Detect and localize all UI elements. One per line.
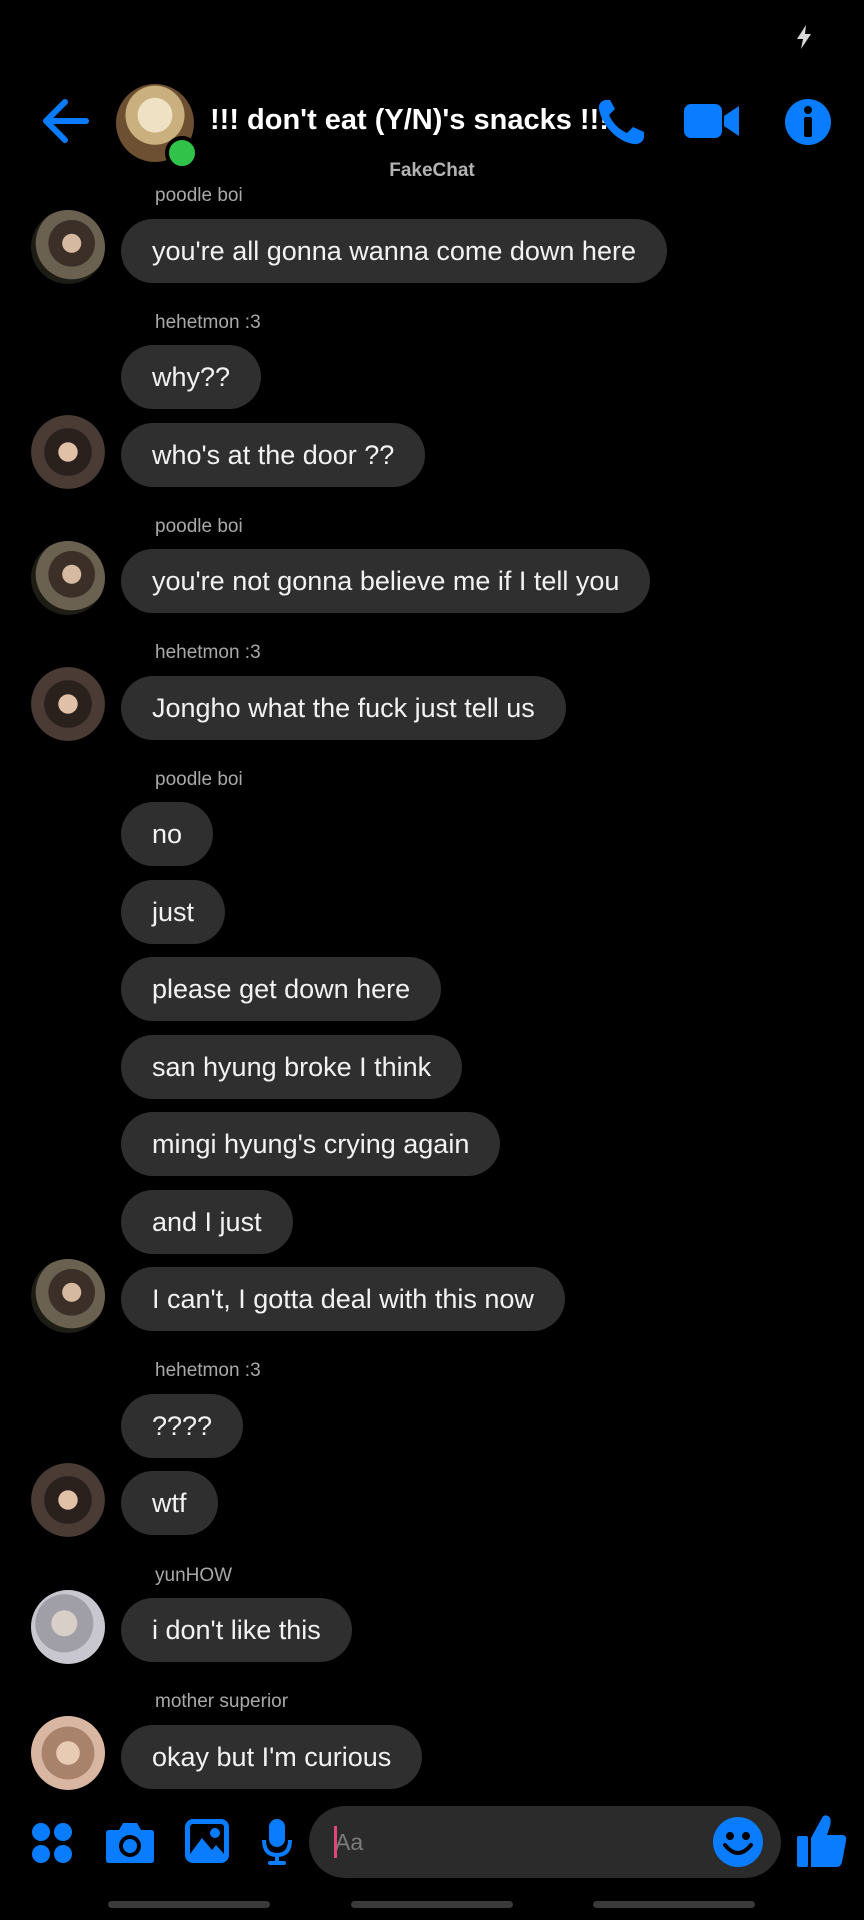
message-bubble[interactable]: you're all gonna wanna come down here [121,219,667,283]
microphone-icon[interactable] [262,1818,292,1866]
message-bubble[interactable]: okay but I'm curious [121,1725,423,1789]
message-bubble[interactable]: please get down here [121,957,442,1021]
avatar[interactable] [31,667,105,741]
message-bubble[interactable]: you're not gonna believe me if I tell yo… [121,549,651,613]
message-bubble[interactable]: ???? [121,1394,244,1458]
message-bubble[interactable]: mingi hyung's crying again [121,1112,501,1176]
chat-title[interactable]: !!! don't eat (Y/N)'s snacks !!! [210,104,609,137]
nav-pill [108,1901,270,1908]
message-bubble[interactable]: I can't, I gotta deal with this now [121,1267,565,1331]
sender-name: poodle boi [155,185,243,206]
message-bubble[interactable]: who's at the door ?? [121,423,426,487]
message-bubble[interactable]: san hyung broke I think [121,1035,463,1099]
info-icon[interactable] [784,98,832,146]
message-bubble[interactable]: no [121,802,214,866]
thumbs-up-icon[interactable] [796,1814,848,1868]
message-bubble[interactable]: i don't like this [121,1598,352,1662]
sender-name: hehetmon :3 [155,642,261,663]
sender-name: poodle boi [155,769,243,790]
sender-name: hehetmon :3 [155,1360,261,1381]
bolt-icon [797,25,811,49]
gallery-icon[interactable] [184,1818,230,1864]
avatar[interactable] [31,1259,105,1333]
video-camera-icon[interactable] [684,102,740,140]
sender-name: yunHOW [155,1565,233,1586]
sender-name: poodle boi [155,516,243,537]
nav-pill [593,1901,755,1908]
message-bubble[interactable]: why?? [121,345,262,409]
avatar[interactable] [31,1463,105,1537]
avatar[interactable] [31,1716,105,1790]
message-bubble[interactable]: just [121,880,226,944]
text-cursor [334,1826,337,1858]
watermark: FakeChat [389,160,475,181]
camera-icon[interactable] [105,1820,155,1864]
message-bubble[interactable]: and I just [121,1190,293,1254]
message-input[interactable] [309,1806,781,1878]
avatar[interactable] [31,415,105,489]
message-bubble[interactable]: wtf [121,1471,218,1535]
nav-pill [351,1901,513,1908]
sender-name: hehetmon :3 [155,312,261,333]
avatar[interactable] [31,1590,105,1664]
back-button[interactable] [40,98,90,144]
sender-name: mother superior [155,1691,289,1712]
avatar[interactable] [31,541,105,615]
avatar[interactable] [31,210,105,284]
phone-icon[interactable] [596,98,648,146]
emoji-icon[interactable] [712,1816,764,1868]
apps-icon[interactable] [31,1822,73,1864]
message-bubble[interactable]: Jongho what the fuck just tell us [121,676,566,740]
